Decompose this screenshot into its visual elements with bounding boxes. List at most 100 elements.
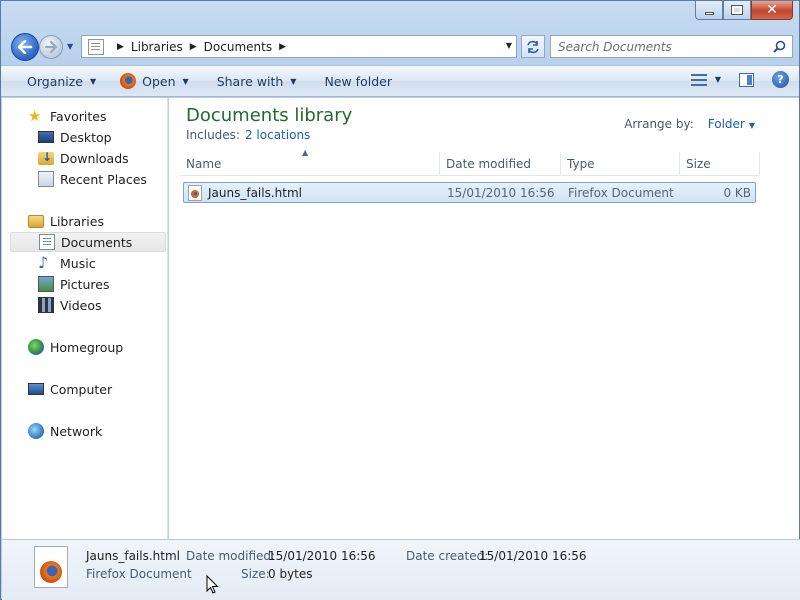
forward-button[interactable] — [39, 35, 63, 59]
refresh-icon — [527, 40, 539, 53]
back-button[interactable] — [11, 33, 39, 61]
sidebar-item-pictures[interactable]: Pictures — [10, 274, 166, 294]
network-icon — [28, 423, 44, 439]
page-title: Documents library — [186, 105, 353, 126]
details-file-name: Jauns_fails.html — [86, 549, 181, 563]
close-button[interactable]: ✕ — [751, 1, 793, 20]
column-header-date-modified[interactable]: Date modified — [440, 152, 561, 176]
downloads-icon — [38, 150, 54, 165]
details-file-type: Firefox Document — [86, 567, 192, 581]
chevron-down-icon: ▼ — [290, 76, 297, 86]
table-row[interactable]: Jauns_fails.html 15/01/2010 16:56 Firefo… — [183, 182, 756, 203]
close-icon: ✕ — [766, 2, 778, 18]
sidebar-item-libraries[interactable]: Libraries — [10, 211, 166, 231]
details-date-modified: 15/01/2010 16:56 — [268, 549, 376, 563]
includes-label: Includes: — [186, 128, 240, 142]
search-input[interactable] — [558, 39, 768, 54]
refresh-button[interactable] — [521, 35, 545, 58]
view-options-dropdown-icon[interactable]: ▼ — [715, 75, 721, 84]
sidebar-item-label: Homegroup — [50, 339, 124, 355]
chevron-down-icon: ▼ — [90, 76, 97, 86]
sidebar-item-label: Desktop — [60, 129, 112, 145]
sidebar-item-downloads[interactable]: Downloads — [10, 148, 166, 168]
breadcrumb-libraries[interactable]: Libraries — [131, 40, 183, 54]
new-folder-label: New folder — [324, 73, 392, 89]
recent-places-icon — [38, 171, 54, 187]
videos-icon — [38, 297, 54, 313]
sidebar-item-label: Videos — [60, 297, 102, 313]
forward-arrow-icon — [44, 41, 58, 53]
arrange-by: Arrange by: Folder ▼ — [624, 117, 755, 131]
share-with-label: Share with — [216, 73, 284, 89]
share-with-menu[interactable]: Share with ▼ — [209, 68, 305, 94]
column-header-size[interactable]: Size — [680, 152, 760, 176]
file-size: 0 KB — [723, 185, 751, 200]
details-date-modified-label: Date modified: — [186, 549, 276, 563]
arrange-by-label: Arrange by: — [624, 117, 694, 131]
sidebar-item-homegroup[interactable]: Homegroup — [10, 337, 166, 357]
details-date-created: 15/01/2010 16:56 — [479, 549, 587, 563]
breadcrumb-chevron-icon[interactable]: ▶ — [279, 42, 286, 52]
column-headers: ▲ Name Date modified Type Size — [180, 148, 760, 176]
change-view-icon[interactable] — [690, 73, 707, 86]
minimize-icon — [704, 11, 714, 15]
maximize-icon — [731, 5, 743, 15]
file-date-modified: 15/01/2010 16:56 — [447, 185, 555, 200]
sidebar-item-favorites[interactable]: ★ Favorites — [10, 106, 166, 126]
desktop-icon — [38, 131, 54, 143]
minimize-button[interactable] — [695, 1, 723, 20]
address-bar[interactable]: ▶ Libraries ▶ Documents ▶ ▼ — [81, 35, 517, 58]
maximize-button[interactable] — [723, 1, 751, 20]
sidebar-item-label: Downloads — [60, 150, 129, 166]
sidebar-item-videos[interactable]: Videos — [10, 295, 166, 315]
file-name: Jauns_fails.html — [208, 185, 303, 200]
sidebar-item-desktop[interactable]: Desktop — [10, 127, 166, 147]
breadcrumb-chevron-icon[interactable]: ▶ — [190, 42, 197, 52]
firefox-icon — [120, 73, 137, 89]
open-button[interactable]: Open ▼ — [112, 68, 197, 94]
sidebar-item-music[interactable]: ♪ Music — [10, 253, 166, 273]
sidebar-item-label: Recent Places — [60, 171, 147, 187]
sidebar-item-label: Favorites — [50, 108, 107, 124]
column-header-type[interactable]: Type — [561, 152, 680, 176]
firefox-document-icon — [34, 546, 68, 588]
sidebar-item-label: Computer — [50, 381, 113, 397]
address-dropdown-icon[interactable]: ▼ — [506, 41, 512, 50]
chevron-down-icon: ▼ — [182, 76, 189, 86]
view-controls: ▼ ? — [690, 71, 789, 88]
recent-pages-dropdown-icon[interactable]: ▼ — [67, 42, 73, 51]
breadcrumb-chevron-icon[interactable]: ▶ — [117, 42, 124, 52]
search-box[interactable] — [550, 35, 793, 58]
star-icon: ★ — [28, 107, 42, 125]
preview-pane-icon[interactable] — [739, 72, 754, 87]
locations-link[interactable]: 2 locations — [245, 128, 310, 142]
details-size: 0 bytes — [268, 567, 313, 581]
sidebar-item-network[interactable]: Network — [10, 421, 166, 441]
details-size-label: Size: — [241, 567, 270, 581]
arrange-by-dropdown[interactable]: Folder — [708, 117, 745, 131]
back-arrow-icon — [17, 40, 33, 54]
command-bar: Organize ▼ Open ▼ Share with ▼ New folder ▼… — [1, 65, 799, 97]
music-icon: ♪ — [38, 253, 49, 272]
details-pane: Jauns_fails.html Firefox Document Date m… — [2, 539, 800, 600]
sidebar-item-label: Libraries — [50, 213, 104, 229]
homegroup-icon — [28, 339, 44, 355]
sidebar-item-computer[interactable]: Computer — [10, 379, 166, 399]
breadcrumb-documents[interactable]: Documents — [204, 40, 272, 54]
sidebar-item-label: Music — [60, 255, 96, 271]
organize-menu[interactable]: Organize ▼ — [19, 68, 104, 94]
new-folder-button[interactable]: New folder — [316, 68, 400, 94]
firefox-document-icon — [188, 184, 202, 201]
file-type: Firefox Document — [568, 185, 674, 200]
pictures-icon — [38, 276, 54, 292]
search-icon[interactable] — [773, 40, 786, 53]
sidebar-item-documents[interactable]: Documents — [10, 232, 166, 252]
mouse-cursor-icon — [206, 575, 219, 594]
help-icon[interactable]: ? — [772, 71, 789, 88]
sidebar-item-recent-places[interactable]: Recent Places — [10, 169, 166, 189]
chevron-down-icon[interactable]: ▼ — [749, 121, 755, 130]
navigation-bar: ▼ ▶ Libraries ▶ Documents ▶ ▼ — [9, 33, 793, 61]
column-header-name[interactable]: Name — [180, 152, 440, 176]
computer-icon — [28, 383, 44, 395]
organize-label: Organize — [27, 73, 83, 89]
